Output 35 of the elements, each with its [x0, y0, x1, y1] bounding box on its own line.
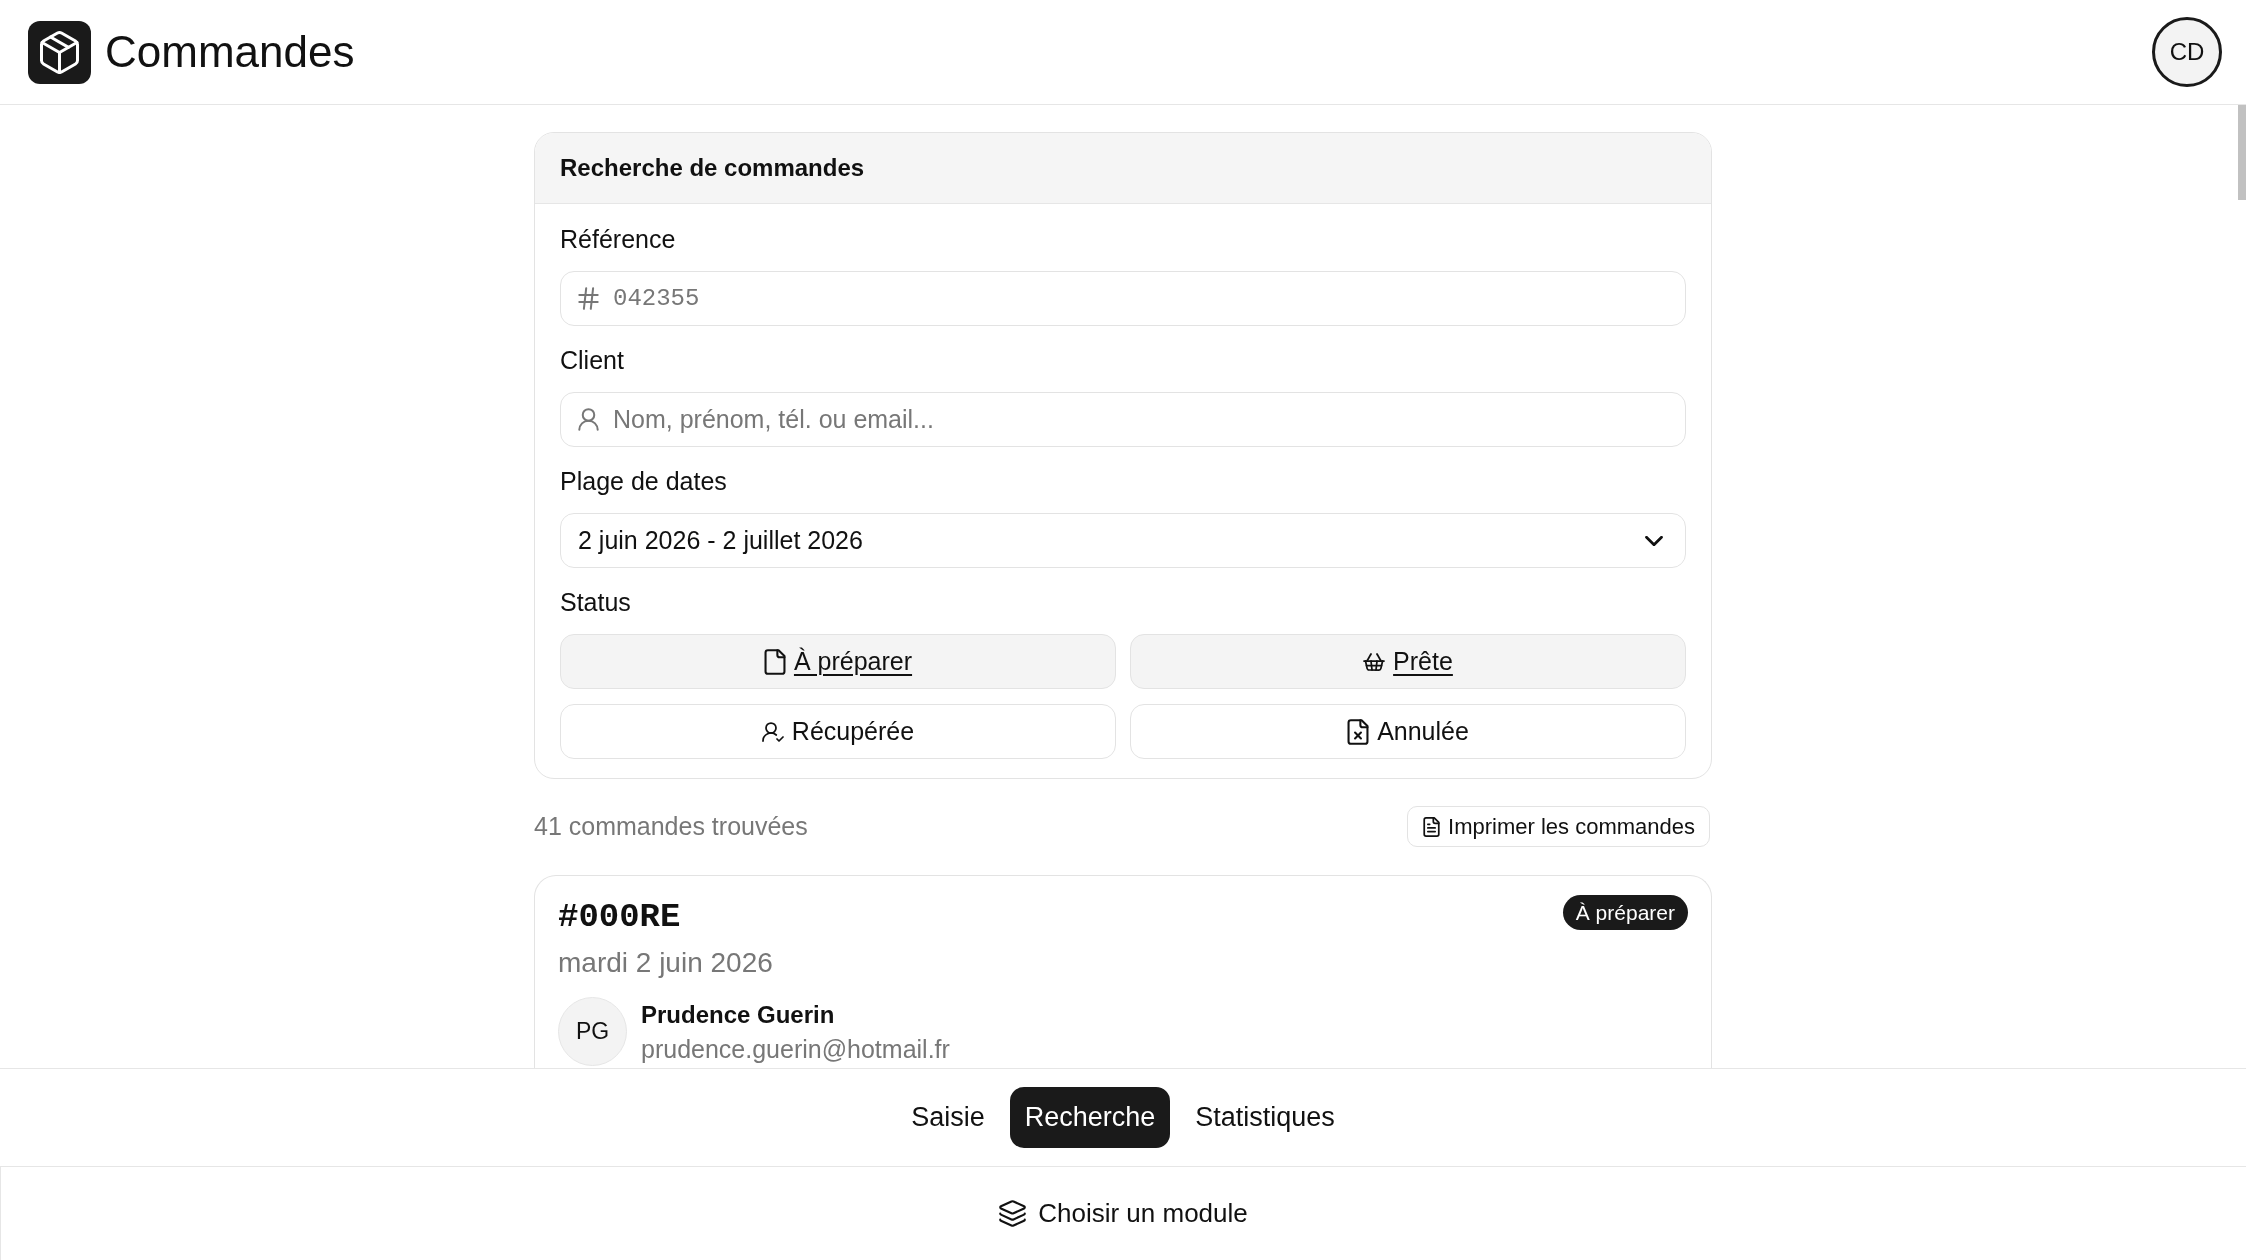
order-date: mardi 2 juin 2026 [558, 946, 773, 980]
nav-tab[interactable]: Recherche [1009, 1087, 1171, 1148]
status-badge: À préparer [1562, 895, 1688, 930]
status-label: Status [560, 587, 631, 618]
client-search-field[interactable]: Nom, prénom, tél. ou email... [560, 392, 1686, 447]
user-icon [578, 408, 599, 431]
nav-tab[interactable]: Statistiques [1180, 1087, 1350, 1148]
print-button[interactable]: Imprimer les commandes [1407, 806, 1710, 847]
status-filter-button[interactable]: Annulée [1130, 704, 1686, 759]
document-icon [1423, 816, 1441, 837]
customer-name: Prudence Guerin [641, 999, 835, 1030]
status-filter-button[interactable]: À préparer [560, 634, 1116, 689]
customer-email: prudence.guerin@hotmail.fr [641, 1033, 950, 1065]
nav-tab[interactable]: Saisie [896, 1087, 1000, 1148]
date-range-label: Plage de dates [560, 466, 727, 497]
customer-avatar: PG [558, 997, 627, 1066]
hash-icon [578, 287, 599, 310]
panel-title: Recherche de commandes [560, 154, 865, 182]
app-title: Commandes [105, 26, 355, 78]
user-avatar[interactable]: CD [2152, 17, 2222, 87]
result-count: 41 commandes trouvées [534, 812, 808, 841]
order-reference: #000RE [558, 898, 681, 936]
chevron-down-icon [1645, 535, 1663, 546]
date-range-select[interactable]: 2 juin 2026 - 2 juillet 2026 [560, 513, 1686, 568]
package-icon [28, 20, 91, 84]
scrollbar-thumb[interactable] [2238, 105, 2246, 200]
file-x-icon [1347, 718, 1370, 745]
file-icon [763, 648, 786, 675]
status-filter-button[interactable]: Prête [1130, 634, 1686, 689]
module-button[interactable]: Choisir un module [999, 1198, 1248, 1229]
reference-field[interactable]: 042355 [560, 271, 1686, 326]
reference-label: Référence [560, 224, 676, 255]
status-filter-button[interactable]: Récupérée [560, 704, 1116, 759]
layers-icon [999, 1200, 1027, 1227]
client-label: Client [560, 345, 624, 376]
